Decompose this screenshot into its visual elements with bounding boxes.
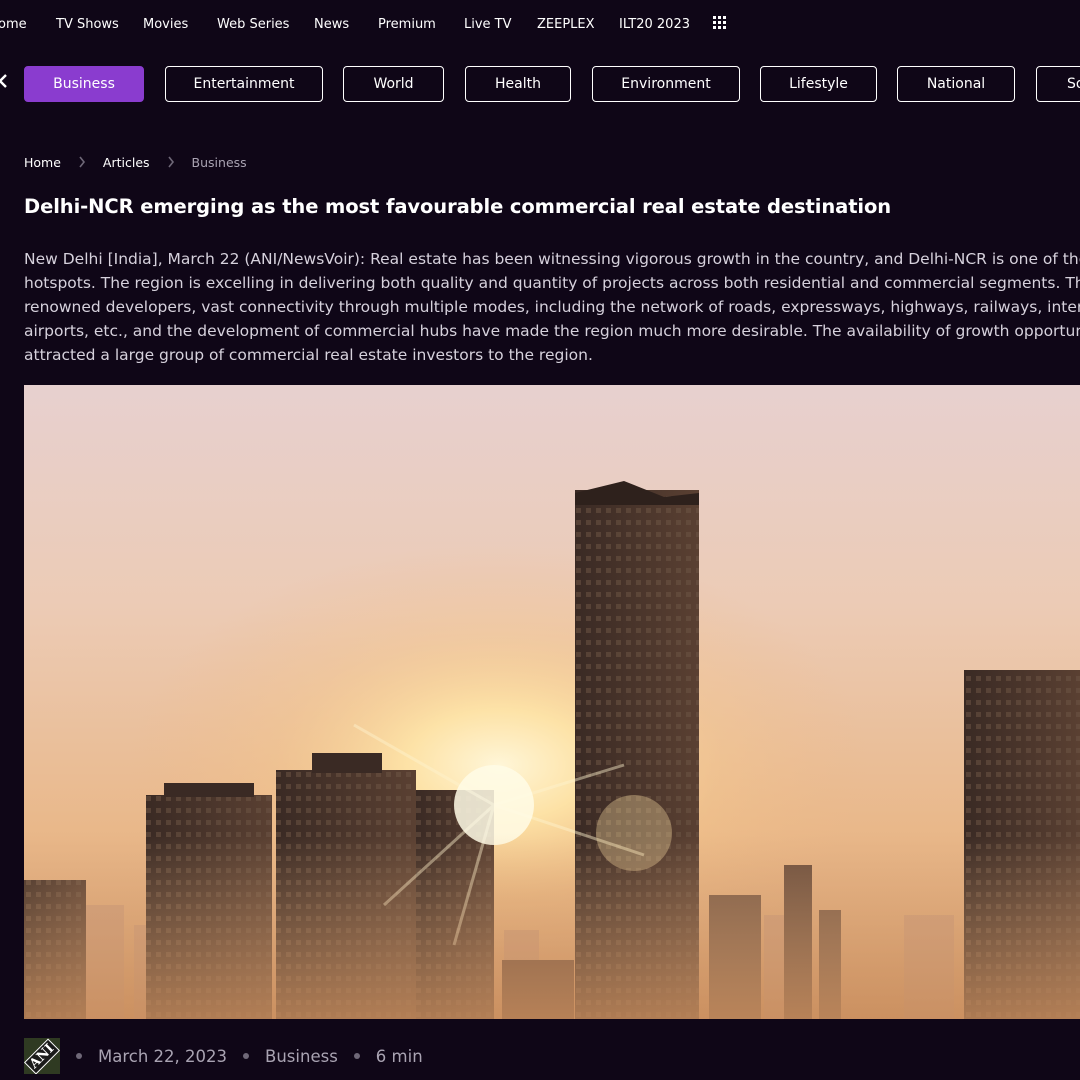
source-logo-text: ANI: [24, 1038, 60, 1074]
source-logo: ANI: [24, 1038, 60, 1074]
category-chips: Business Entertainment World Health Envi…: [0, 66, 1080, 102]
nav-item-home[interactable]: ome: [0, 17, 27, 32]
nav-item-news[interactable]: News: [314, 17, 349, 32]
nav-item-tv-shows[interactable]: TV Shows: [56, 17, 119, 32]
separator-dot: [76, 1053, 82, 1059]
breadcrumb-articles[interactable]: Articles: [103, 155, 150, 170]
article-title: Delhi-NCR emerging as the most favourabl…: [24, 195, 892, 218]
article-body-line: attracted a large group of commercial re…: [24, 346, 593, 364]
article-body-line: airports, etc., and the development of c…: [24, 322, 1080, 340]
category-chip-business[interactable]: Business: [24, 66, 144, 102]
article-date: March 22, 2023: [98, 1046, 228, 1066]
article-category[interactable]: Business: [265, 1047, 338, 1066]
nav-item-ilt20[interactable]: ILT20 2023: [619, 17, 690, 32]
separator-dot: [243, 1053, 250, 1059]
category-chip-national[interactable]: National: [897, 66, 1015, 102]
apps-grid-icon[interactable]: [713, 16, 727, 30]
chevron-right-icon: [79, 156, 85, 168]
category-chip-health[interactable]: Health: [465, 66, 571, 102]
article-body-line: New Delhi [India], March 22 (ANI/NewsVoi…: [24, 250, 1080, 268]
category-chip-entertainment[interactable]: Entertainment: [165, 66, 323, 102]
breadcrumb-home[interactable]: Home: [24, 155, 61, 170]
top-navigation: ome TV Shows Movies Web Series News Prem…: [0, 0, 1080, 50]
nav-item-movies[interactable]: Movies: [143, 17, 188, 32]
breadcrumb: Home Articles Business: [24, 153, 247, 171]
nav-item-zeeplex[interactable]: ZEEPLEX: [537, 17, 595, 32]
category-chip-partial[interactable]: So: [1036, 66, 1080, 102]
read-time: 6 min: [375, 1046, 423, 1066]
category-chip-environment[interactable]: Environment: [592, 66, 740, 102]
city-skyline-sunset-image: [24, 385, 1080, 1019]
article-body-line: hotspots. The region is excelling in del…: [24, 274, 1080, 292]
article-body: New Delhi [India], March 22 (ANI/NewsVoi…: [24, 247, 1080, 367]
category-chip-world[interactable]: World: [343, 66, 444, 102]
category-chip-lifestyle[interactable]: Lifestyle: [760, 66, 877, 102]
breadcrumb-current: Business: [191, 154, 247, 170]
chevron-right-icon: [167, 156, 174, 168]
separator-dot: [353, 1053, 360, 1059]
nav-item-web-series[interactable]: Web Series: [217, 17, 289, 32]
nav-item-live-tv[interactable]: Live TV: [464, 17, 512, 32]
article-meta: ANI March 22, 2023 Business 6 min: [24, 1037, 423, 1075]
article-body-line: renowned developers, vast connectivity t…: [24, 298, 1080, 316]
nav-item-premium[interactable]: Premium: [378, 17, 436, 32]
